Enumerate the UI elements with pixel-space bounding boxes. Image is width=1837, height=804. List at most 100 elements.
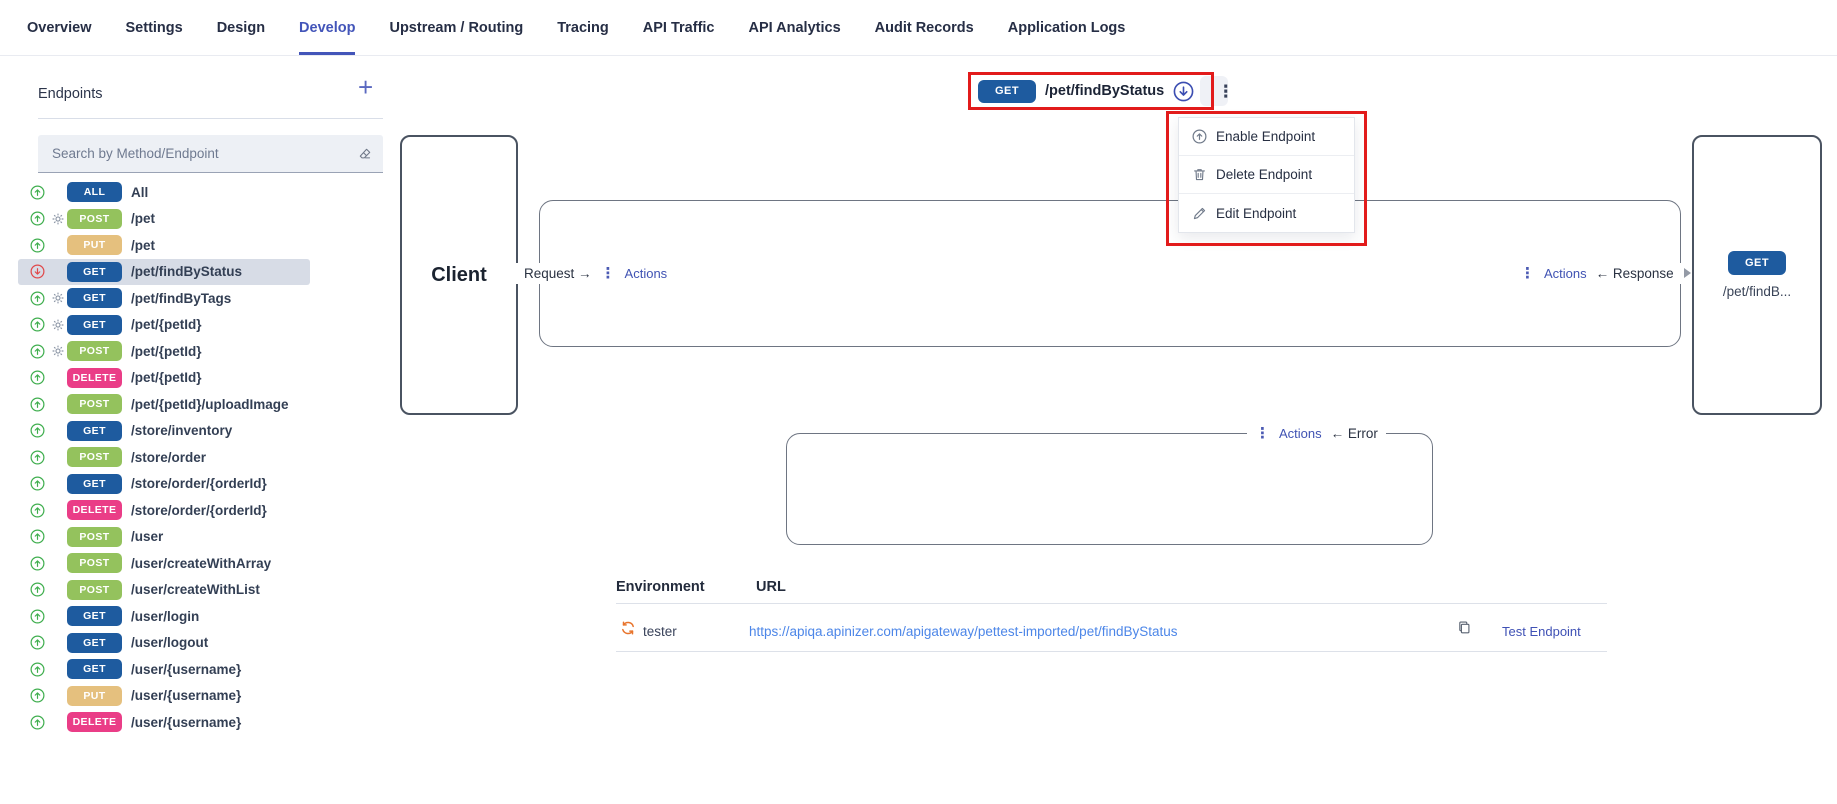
- endpoint-enabled-icon[interactable]: [30, 715, 45, 730]
- method-badge: DELETE: [67, 500, 122, 520]
- disable-endpoint-icon[interactable]: [1173, 81, 1194, 102]
- endpoint-row[interactable]: POST/user: [18, 524, 310, 551]
- tab-upstream-routing[interactable]: Upstream / Routing: [389, 0, 523, 55]
- endpoint-path: /pet/{petId}: [131, 370, 202, 385]
- method-badge: DELETE: [67, 368, 122, 388]
- endpoint-search-input[interactable]: [38, 146, 358, 161]
- endpoint-enabled-icon[interactable]: [30, 450, 45, 465]
- endpoint-enabled-icon[interactable]: [30, 476, 45, 491]
- endpoint-path: All: [131, 185, 148, 200]
- endpoint-row[interactable]: PUT/user/{username}: [18, 683, 310, 710]
- endpoint-enabled-icon[interactable]: [30, 503, 45, 518]
- sidebar-divider: [38, 118, 383, 119]
- response-label: ← Response: [1596, 266, 1674, 281]
- endpoint-row[interactable]: POST/user/createWithList: [18, 577, 310, 604]
- endpoint-row[interactable]: POST/pet/{petId}/uploadImage: [18, 391, 310, 418]
- app-root: Overview Settings Design Develop Upstream / …: [0, 0, 1837, 804]
- endpoint-method-badge: GET: [978, 80, 1036, 103]
- table-header-divider: [616, 603, 1607, 604]
- endpoint-path: /store/inventory: [131, 423, 232, 438]
- endpoint-enabled-icon[interactable]: [30, 291, 45, 306]
- copy-url-icon[interactable]: [1457, 620, 1472, 635]
- endpoint-row[interactable]: GET/store/order/{orderId}: [18, 471, 310, 498]
- add-endpoint-button[interactable]: +: [358, 74, 373, 100]
- endpoint-row[interactable]: GET/store/inventory: [18, 418, 310, 445]
- error-actions-link[interactable]: Actions: [1279, 426, 1322, 441]
- endpoint-row[interactable]: DELETE/user/{username}: [18, 709, 310, 736]
- endpoint-enabled-icon[interactable]: [30, 397, 45, 412]
- endpoint-enabled-icon[interactable]: [30, 423, 45, 438]
- endpoint-path: /pet/{petId}: [131, 317, 202, 332]
- endpoint-row[interactable]: PUT/pet: [18, 232, 310, 259]
- endpoint-row[interactable]: GET/pet/findByTags: [18, 285, 310, 312]
- menu-item-edit-endpoint[interactable]: Edit Endpoint: [1179, 194, 1354, 232]
- gear-icon[interactable]: [51, 291, 65, 305]
- top-nav: Overview Settings Design Develop Upstream / …: [0, 0, 1837, 56]
- endpoint-enabled-icon[interactable]: [30, 344, 45, 359]
- gear-icon[interactable]: [51, 212, 65, 226]
- endpoint-state-icons: [18, 715, 62, 730]
- endpoint-path: /user/createWithList: [131, 582, 260, 597]
- tab-api-analytics[interactable]: API Analytics: [749, 0, 841, 55]
- endpoint-enabled-icon[interactable]: [30, 662, 45, 677]
- tab-api-traffic[interactable]: API Traffic: [643, 0, 715, 55]
- endpoints-sidebar: Endpoints + ALLAllPOST/petPUT/petGET/pet…: [0, 56, 392, 804]
- request-actions-kebab-icon[interactable]: ⋮: [601, 266, 616, 281]
- endpoint-row[interactable]: GET/user/login: [18, 603, 310, 630]
- request-actions-link[interactable]: Actions: [625, 266, 668, 281]
- endpoint-enabled-icon[interactable]: [30, 185, 45, 200]
- tab-design[interactable]: Design: [217, 0, 265, 55]
- endpoint-enabled-icon[interactable]: [30, 688, 45, 703]
- endpoint-path: /user/{username}: [131, 662, 241, 677]
- tab-audit-records[interactable]: Audit Records: [875, 0, 974, 55]
- endpoint-enabled-icon[interactable]: [30, 635, 45, 650]
- endpoint-row[interactable]: GET/pet/{petId}: [18, 312, 310, 339]
- endpoint-enabled-icon[interactable]: [30, 582, 45, 597]
- endpoint-enabled-icon[interactable]: [30, 238, 45, 253]
- tab-application-logs[interactable]: Application Logs: [1008, 0, 1126, 55]
- endpoint-context-menu: Enable EndpointDelete EndpointEdit Endpo…: [1178, 117, 1355, 233]
- endpoint-enabled-icon[interactable]: [30, 211, 45, 226]
- tab-overview[interactable]: Overview: [27, 0, 92, 55]
- endpoint-menu-kebab-icon[interactable]: ⋮: [1217, 83, 1234, 100]
- tab-develop[interactable]: Develop: [299, 0, 355, 55]
- endpoint-row[interactable]: GET/user/{username}: [18, 656, 310, 683]
- endpoint-enabled-icon[interactable]: [30, 370, 45, 385]
- refresh-icon[interactable]: [620, 620, 636, 636]
- endpoint-row[interactable]: GET/user/logout: [18, 630, 310, 657]
- endpoint-state-icons: [18, 662, 62, 677]
- endpoint-enabled-icon[interactable]: [30, 556, 45, 571]
- tab-settings[interactable]: Settings: [126, 0, 183, 55]
- endpoints-title: Endpoints: [38, 86, 103, 102]
- endpoint-state-icons: [18, 688, 62, 703]
- endpoint-enabled-icon[interactable]: [30, 609, 45, 624]
- endpoint-path-label: /pet/findByStatus: [1045, 83, 1164, 99]
- endpoint-state-icons: [18, 450, 62, 465]
- endpoint-row[interactable]: POST/pet/{petId}: [18, 338, 310, 365]
- endpoint-url-link[interactable]: https://apiqa.apinizer.com/apigateway/pe…: [749, 624, 1178, 639]
- endpoint-enabled-icon[interactable]: [30, 317, 45, 332]
- endpoint-row[interactable]: DELETE/pet/{petId}: [18, 365, 310, 392]
- endpoint-path: /pet: [131, 238, 155, 253]
- test-endpoint-link[interactable]: Test Endpoint: [1502, 624, 1581, 639]
- request-label-group: Request → ⋮ Actions: [516, 263, 675, 284]
- endpoint-row[interactable]: POST/pet: [18, 206, 310, 233]
- endpoint-row[interactable]: POST/user/createWithArray: [18, 550, 310, 577]
- endpoint-row[interactable]: ALLAll: [18, 179, 310, 206]
- menu-item-delete-endpoint[interactable]: Delete Endpoint: [1179, 156, 1354, 194]
- endpoint-row[interactable]: GET/pet/findByStatus: [18, 259, 310, 286]
- response-actions-kebab-icon[interactable]: ⋮: [1520, 266, 1535, 281]
- menu-item-enable-endpoint[interactable]: Enable Endpoint: [1179, 118, 1354, 156]
- endpoint-disabled-icon[interactable]: [30, 264, 45, 279]
- error-actions-kebab-icon[interactable]: ⋮: [1255, 426, 1270, 441]
- endpoint-row[interactable]: DELETE/store/order/{orderId}: [18, 497, 310, 524]
- tab-tracing[interactable]: Tracing: [557, 0, 609, 55]
- gear-icon[interactable]: [51, 344, 65, 358]
- response-actions-link[interactable]: Actions: [1544, 266, 1587, 281]
- endpoint-state-icons: [18, 264, 62, 279]
- endpoint-row[interactable]: POST/store/order: [18, 444, 310, 471]
- clear-search-icon[interactable]: [358, 147, 372, 161]
- endpoint-path: /store/order/{orderId}: [131, 476, 267, 491]
- endpoint-enabled-icon[interactable]: [30, 529, 45, 544]
- gear-icon[interactable]: [51, 318, 65, 332]
